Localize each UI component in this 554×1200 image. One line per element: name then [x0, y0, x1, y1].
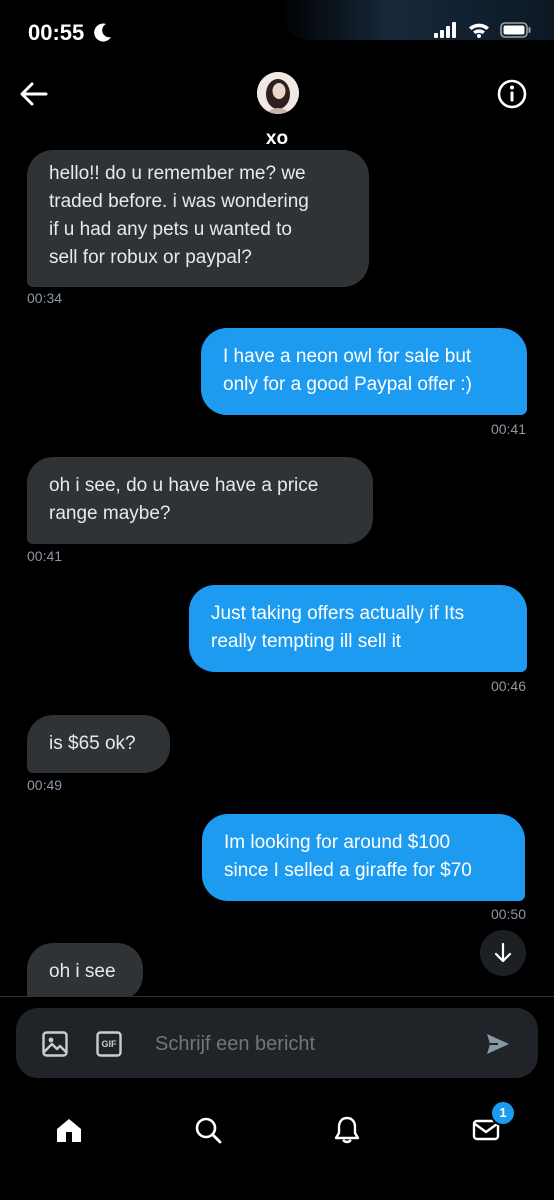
bell-icon [334, 1116, 360, 1144]
message-line: oh i see [49, 961, 116, 982]
message-timestamp: 00:34 [27, 290, 63, 306]
status-indicators [434, 22, 532, 43]
message-line: is $65 ok? [49, 733, 136, 754]
message-bubble-incoming[interactable]: oh i see [27, 943, 143, 1001]
message-line: really tempting ill sell it [211, 631, 402, 652]
battery-icon [500, 22, 532, 43]
message-line: if u had any pets u wanted to [49, 219, 292, 240]
message-line: sell for robux or paypal? [49, 247, 252, 268]
message-line: traded before. i was wondering [49, 191, 309, 212]
message-input[interactable] [153, 1008, 477, 1080]
back-arrow-icon [20, 82, 48, 106]
nav-home[interactable] [41, 1102, 97, 1158]
contact-name: xo [265, 128, 289, 149]
back-button[interactable] [18, 80, 50, 108]
nav-notifications[interactable] [319, 1102, 375, 1158]
gif-label: GIF [101, 1039, 117, 1049]
message-line: oh i see, do u have have a price [49, 475, 319, 496]
message-bubble-incoming[interactable]: hello!! do u remember me? we traded befo… [27, 150, 369, 287]
send-icon [487, 1034, 509, 1054]
send-button[interactable] [484, 1030, 512, 1058]
info-icon [497, 79, 527, 109]
message-timestamp: 00:49 [27, 777, 63, 793]
cellular-signal-icon [434, 22, 458, 43]
avatar-image [257, 72, 299, 114]
message-line: range maybe? [49, 503, 171, 524]
nav-search[interactable] [180, 1102, 236, 1158]
search-icon [195, 1117, 222, 1144]
moon-icon [94, 23, 112, 49]
image-icon [42, 1031, 68, 1057]
arrow-down-icon [494, 942, 512, 963]
message-timestamp: 00:50 [490, 906, 526, 922]
home-icon [57, 1119, 81, 1142]
message-composer: GIF [16, 1008, 538, 1080]
message-line: Im looking for around $100 [224, 832, 451, 853]
message-timestamp: 00:41 [490, 421, 526, 437]
message-bubble-outgoing[interactable]: I have a neon owl for sale but only for … [201, 328, 527, 415]
message-timestamp: 00:46 [490, 678, 526, 694]
message-line: I have a neon owl for sale but [223, 346, 472, 367]
status-time-text: 00:55 [28, 20, 85, 45]
bottom-navigation [0, 1090, 554, 1200]
message-bubble-incoming[interactable]: is $65 ok? [27, 715, 170, 773]
image-upload-button[interactable] [41, 1030, 69, 1058]
scroll-to-bottom-button[interactable] [480, 930, 526, 976]
message-timestamp: 00:41 [27, 548, 63, 564]
message-bubble-incoming[interactable]: oh i see, do u have have a price range m… [27, 457, 373, 544]
message-line: only for a good Paypal offer :) [223, 374, 472, 395]
gif-button[interactable]: GIF [95, 1030, 123, 1058]
info-button[interactable] [496, 78, 528, 110]
message-bubble-outgoing[interactable]: Im looking for around $100 since I selle… [202, 814, 525, 901]
message-bubble-outgoing[interactable]: Just taking offers actually if Its reall… [189, 585, 527, 672]
message-line: since I selled a giraffe for $70 [224, 860, 472, 881]
message-line: hello!! do u remember me? we [49, 163, 306, 184]
message-line: Just taking offers actually if Its [211, 603, 465, 624]
contact-avatar[interactable] [257, 72, 299, 114]
wifi-icon [468, 22, 490, 43]
status-time: 00:55 [28, 20, 112, 49]
messages-unread-badge: 1 [490, 1100, 516, 1126]
